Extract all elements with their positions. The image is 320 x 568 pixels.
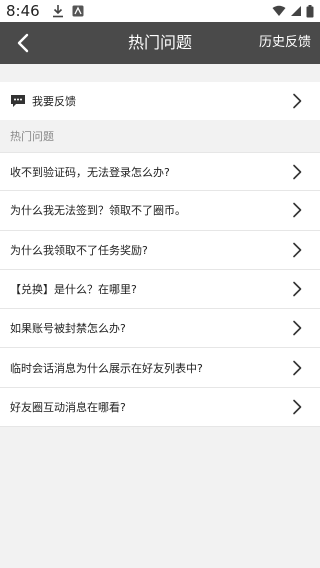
faq-item-text: 好友圈互动消息在哪看? xyxy=(10,400,126,414)
faq-item-text: 为什么我无法签到？领取不了圈币。 xyxy=(10,204,186,218)
feedback-entry[interactable]: 我要反馈 xyxy=(0,82,320,120)
faq-item[interactable]: 为什么我领取不了任务奖励? xyxy=(0,230,320,270)
app-notification-icon xyxy=(72,5,84,17)
faq-item[interactable]: 好友圈互动消息在哪看? xyxy=(0,387,320,428)
wifi-icon xyxy=(272,5,286,16)
chevron-right-icon xyxy=(293,321,302,336)
chevron-right-icon xyxy=(293,360,302,375)
chevron-right-icon xyxy=(293,93,302,109)
battery-icon xyxy=(306,4,314,17)
app-bar: 热门问题 历史反馈 xyxy=(0,22,320,64)
status-bar: 8:46 xyxy=(0,0,320,22)
status-system-icons xyxy=(272,4,314,18)
section-header: 热门问题 xyxy=(10,130,54,143)
faq-item[interactable]: 收不到验证码，无法登录怎么办? xyxy=(0,152,320,192)
chevron-right-icon xyxy=(293,281,302,297)
history-feedback-button[interactable]: 历史反馈 xyxy=(259,22,311,64)
faq-item-text: 【兑换】是什么？在哪里? xyxy=(10,283,137,297)
faq-item[interactable]: 【兑换】是什么？在哪里? xyxy=(0,269,320,310)
status-notifications xyxy=(52,4,84,18)
faq-item[interactable]: 为什么我无法签到？领取不了圈币。 xyxy=(0,191,320,231)
chevron-right-icon xyxy=(293,203,302,218)
status-time: 8:46 xyxy=(6,2,40,20)
chevron-right-icon xyxy=(293,164,302,179)
chevron-right-icon xyxy=(293,242,302,258)
message-icon xyxy=(11,95,25,107)
chevron-right-icon xyxy=(293,399,302,415)
faq-item-text: 为什么我领取不了任务奖励? xyxy=(10,243,148,257)
faq-item[interactable]: 临时会话消息为什么展示在好友列表中? xyxy=(0,348,320,388)
faq-item-text: 如果账号被封禁怎么办? xyxy=(10,322,126,336)
faq-item-text: 临时会话消息为什么展示在好友列表中? xyxy=(10,361,203,375)
signal-icon xyxy=(291,6,301,16)
faq-item-text: 收不到验证码，无法登录怎么办? xyxy=(10,165,170,179)
feedback-label: 我要反馈 xyxy=(32,95,76,108)
back-arrow-icon[interactable] xyxy=(14,32,34,54)
faq-list: 收不到验证码，无法登录怎么办? 为什么我无法签到？领取不了圈币。 为什么我领取不… xyxy=(0,152,320,428)
faq-item[interactable]: 如果账号被封禁怎么办? xyxy=(0,309,320,349)
download-icon xyxy=(52,5,63,18)
